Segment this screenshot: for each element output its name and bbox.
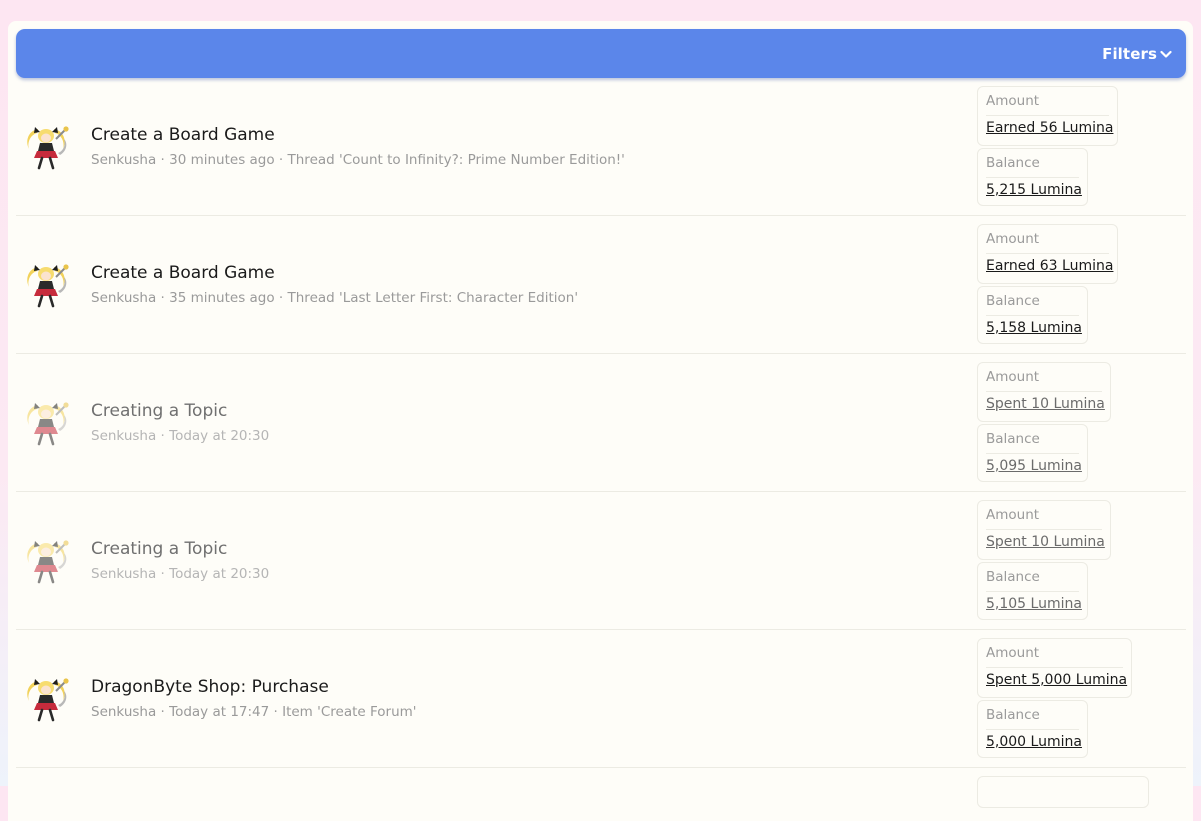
transaction-panel: Filters Create a Board Game Senkusha · 30… [8,21,1193,821]
balance-value[interactable]: 5,095 Lumina [986,458,1082,474]
balance-value[interactable]: 5,105 Lumina [986,596,1082,612]
transaction-meta: Senkusha · Today at 20:30 [91,428,270,444]
table-row: Creating a Topic Senkusha · Today at 20:3… [16,354,1186,492]
balance-label: Balance [986,431,1079,454]
balance-value[interactable]: 5,000 Lumina [986,734,1082,750]
balance-value[interactable]: 5,158 Lumina [986,320,1082,336]
transaction-meta: Senkusha · 35 minutes ago · Thread 'Last… [91,290,579,306]
avatar[interactable] [20,535,72,587]
amount-value[interactable]: Spent 5,000 Lumina [986,672,1127,688]
list-header: Filters [16,29,1186,78]
avatar[interactable] [20,673,72,725]
filters-button[interactable]: Filters [1102,44,1172,63]
balance-label: Balance [986,293,1079,316]
balance-box: Balance 5,105 Lumina [977,562,1088,620]
table-row: Create a Board Game Senkusha · 30 minutes… [16,78,1186,216]
balance-value[interactable]: 5,215 Lumina [986,182,1082,198]
balance-label: Balance [986,707,1079,730]
amount-value[interactable]: Spent 10 Lumina [986,396,1105,412]
transaction-title: Creating a Topic [91,539,228,559]
amount-box: Amount Earned 56 Lumina [977,86,1118,146]
avatar[interactable] [20,121,72,173]
amount-box [977,776,1149,808]
table-row [16,768,1186,808]
transaction-meta: Senkusha · Today at 20:30 [91,566,270,582]
balance-label: Balance [986,155,1079,178]
amount-box: Amount Earned 63 Lumina [977,224,1118,284]
transaction-meta: Senkusha · 30 minutes ago · Thread 'Coun… [91,152,625,168]
balance-box: Balance 5,215 Lumina [977,148,1088,206]
amount-box: Amount Spent 10 Lumina [977,362,1111,422]
balance-label: Balance [986,569,1079,592]
amount-value[interactable]: Earned 56 Lumina [986,120,1113,136]
balance-box: Balance 5,000 Lumina [977,700,1088,758]
amount-value[interactable]: Spent 10 Lumina [986,534,1105,550]
amount-value[interactable]: Earned 63 Lumina [986,258,1113,274]
balance-box: Balance 5,095 Lumina [977,424,1088,482]
amount-label: Amount [986,507,1102,530]
balance-box: Balance 5,158 Lumina [977,286,1088,344]
avatar[interactable] [20,259,72,311]
table-row: DragonByte Shop: Purchase Senkusha · Toda… [16,630,1186,768]
table-row: Creating a Topic Senkusha · Today at 20:3… [16,492,1186,630]
table-row: Create a Board Game Senkusha · 35 minutes… [16,216,1186,354]
avatar[interactable] [20,397,72,449]
amount-label: Amount [986,369,1102,392]
transaction-title: Create a Board Game [91,263,275,283]
transaction-list: Create a Board Game Senkusha · 30 minutes… [16,78,1186,808]
transaction-title: Creating a Topic [91,401,228,421]
amount-box: Amount Spent 5,000 Lumina [977,638,1132,698]
amount-label: Amount [986,93,1109,116]
chevron-down-icon [1160,45,1172,63]
amount-label: Amount [986,645,1123,668]
amount-label: Amount [986,231,1109,254]
transaction-title: Create a Board Game [91,125,275,145]
transaction-meta: Senkusha · Today at 17:47 · Item 'Create… [91,704,417,720]
transaction-title: DragonByte Shop: Purchase [91,677,329,697]
amount-box: Amount Spent 10 Lumina [977,500,1111,560]
filters-label: Filters [1102,44,1157,63]
